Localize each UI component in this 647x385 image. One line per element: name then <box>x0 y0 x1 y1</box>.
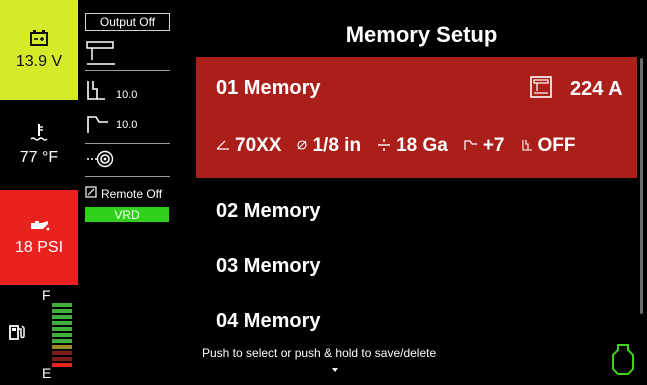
arc-force-icon <box>521 139 533 154</box>
fuel-full-label: F <box>42 287 51 303</box>
remote-control-icon <box>85 186 97 201</box>
electrode-param: 70XX <box>216 135 281 157</box>
fuel-gauge-segment <box>52 315 72 319</box>
fuel-gauge-segment <box>52 303 72 307</box>
temperature-tile: 77 °F <box>0 100 78 190</box>
remote-sensor-icon <box>85 148 119 175</box>
arc-setting: +7 <box>482 135 505 156</box>
material-thickness-icon <box>377 138 391 154</box>
page-title: Memory Setup <box>345 22 498 47</box>
remote-status-label: Remote Off <box>101 186 163 201</box>
hot-start-param: OFF <box>521 135 576 157</box>
fuel-gauge-segment <box>52 333 72 337</box>
arc-param: +7 <box>464 135 505 157</box>
hot-start-icon <box>464 139 478 154</box>
coolant-temp-icon <box>30 123 48 143</box>
memory-amperage: 224 A <box>530 76 623 103</box>
diameter-param: 1/8 in <box>297 135 361 157</box>
fuel-gauge-segment <box>52 309 72 313</box>
memory-parameters: 70XX 1/8 in 18 Ga +7 OFF <box>216 135 576 157</box>
fuel-gauge-segment <box>52 357 72 361</box>
divider <box>85 70 170 71</box>
fuel-gauge-segment <box>52 351 72 355</box>
material-gauge: 18 Ga <box>396 135 448 156</box>
memory-item[interactable]: 02 Memory <box>216 200 321 223</box>
output-status-badge: Output Off <box>85 13 170 31</box>
process-column: Output Off 10.0 10.0 Remote Off VRD <box>80 0 180 385</box>
fuel-tile: F E <box>0 285 78 385</box>
fuel-gauge-segment <box>52 327 72 331</box>
diameter-icon <box>297 139 308 153</box>
scroll-down-indicator <box>332 368 338 372</box>
fuel-gauge-segment <box>52 345 72 349</box>
memory-item[interactable]: 03 Memory <box>216 255 321 278</box>
coolant-temperature: 77 °F <box>19 149 59 166</box>
arc-force-icon <box>85 80 107 107</box>
instruction-hint: Push to select or push & hold to save/de… <box>202 346 437 360</box>
memory-item-selected[interactable]: 01 Memory 224 A 70XX 1/8 in 18 Ga +7 OFF <box>196 57 637 178</box>
battery-tile: 13.9 V <box>0 0 78 100</box>
control-knob-icon <box>610 343 636 382</box>
vrd-badge: VRD <box>85 207 169 222</box>
gauge-param: 18 Ga <box>377 135 448 157</box>
fuel-gauge <box>52 303 72 369</box>
oil-can-icon <box>28 219 50 233</box>
oil-pressure: 18 PSI <box>14 238 64 256</box>
hot-start-value: 10.0 <box>116 119 138 131</box>
fuel-empty-label: E <box>42 365 52 381</box>
memory-name: 01 Memory <box>216 77 321 99</box>
fuel-gauge-segment <box>52 339 72 343</box>
battery-voltage: 13.9 V <box>15 53 63 70</box>
fuel-gauge-segment <box>52 363 72 367</box>
remote-status: Remote Off <box>85 186 162 201</box>
electrode-type: 70XX <box>235 135 282 156</box>
electrode-diameter: 1/8 in <box>312 135 362 156</box>
amperage-value: 224 A <box>570 78 623 100</box>
divider <box>85 143 170 144</box>
status-column: 13.9 V 77 °F 18 PSI F E <box>0 0 80 385</box>
memory-item[interactable]: 04 Memory <box>216 310 321 333</box>
oil-pressure-tile: 18 PSI <box>0 190 78 285</box>
electrode-angle-icon <box>216 139 230 153</box>
memory-setup-panel: Memory Setup 01 Memory 224 A 70XX 1/8 in… <box>196 0 647 385</box>
fuel-gauge-segment <box>52 321 72 325</box>
battery-icon <box>29 29 49 47</box>
fuel-pump-icon <box>8 323 26 346</box>
arc-force-value: 10.0 <box>116 89 138 101</box>
hot-start-icon <box>85 114 109 139</box>
stick-electrode-process-icon <box>530 76 552 103</box>
divider <box>85 176 170 177</box>
hot-start-setting: OFF <box>537 135 576 156</box>
scrollbar[interactable] <box>640 58 643 314</box>
